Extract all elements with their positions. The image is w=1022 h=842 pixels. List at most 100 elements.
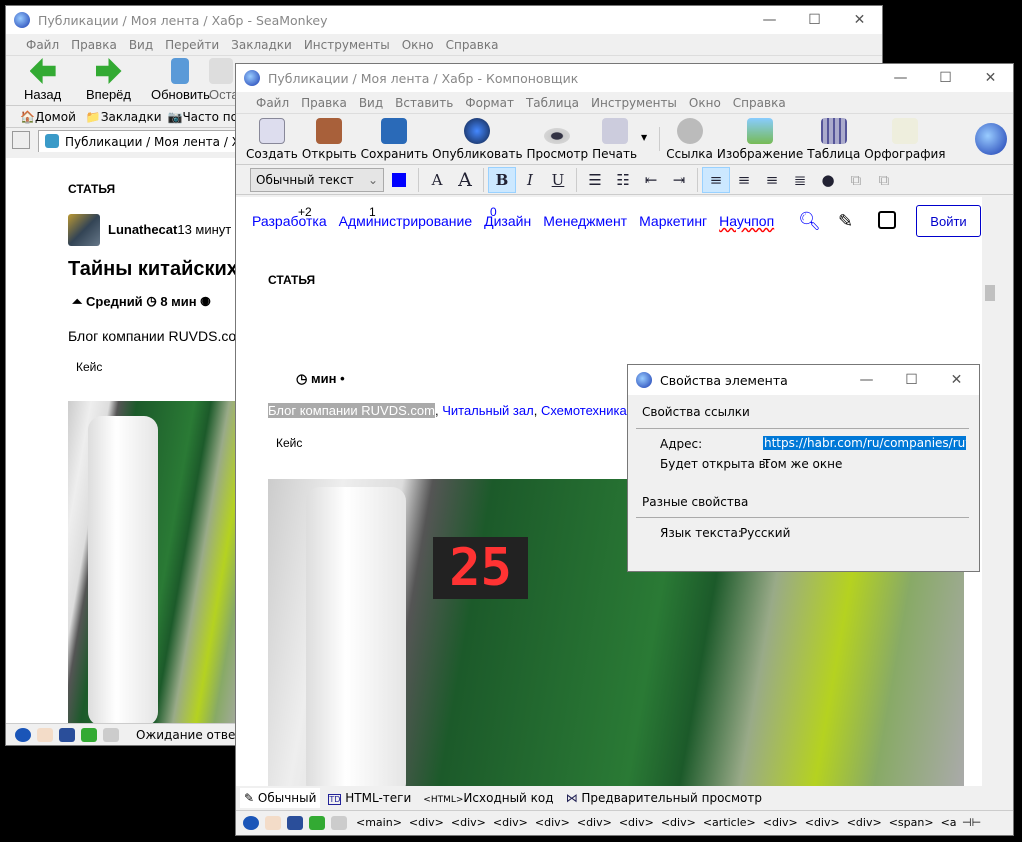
- search-icon[interactable]: 🔍︎: [798, 211, 821, 232]
- composer-icon[interactable]: [287, 815, 303, 830]
- nav-admin[interactable]: Администрирование: [339, 213, 473, 229]
- menu-tools[interactable]: Инструменты: [304, 38, 390, 52]
- menu-help[interactable]: Справка: [733, 96, 786, 110]
- vertical-scrollbar[interactable]: [982, 197, 998, 786]
- reload-button[interactable]: Обновить: [151, 58, 210, 105]
- tag-crumb[interactable]: <div>: [847, 816, 882, 829]
- tag-crumb[interactable]: <div>: [493, 816, 528, 829]
- tab-normal[interactable]: ✎ Обычный: [240, 788, 321, 808]
- align-right-button[interactable]: ≡: [758, 167, 786, 193]
- menu-file[interactable]: Файл: [256, 96, 289, 110]
- tab-preview[interactable]: ⋈ Предварительный просмотр: [562, 788, 766, 808]
- tag-crumb[interactable]: <article>: [703, 816, 756, 829]
- menu-go[interactable]: Перейти: [165, 38, 219, 52]
- insert-element-button[interactable]: ●: [814, 167, 842, 193]
- addressbook-icon[interactable]: [309, 815, 325, 830]
- mail-icon[interactable]: [265, 815, 281, 830]
- globe-icon[interactable]: [15, 727, 31, 742]
- link-button[interactable]: Ссылка: [666, 118, 713, 164]
- chatzilla-icon[interactable]: [331, 815, 347, 830]
- italic-button[interactable]: I: [516, 167, 544, 193]
- menu-tools[interactable]: Инструменты: [591, 96, 677, 110]
- blog-link-selected[interactable]: Блог компании RUVDS.com: [268, 403, 435, 418]
- menu-format[interactable]: Формат: [465, 96, 514, 110]
- tag-crumb[interactable]: <div>: [451, 816, 486, 829]
- composer-icon[interactable]: [59, 727, 75, 742]
- author-name[interactable]: Lunathecat: [108, 222, 177, 237]
- article-title[interactable]: Тайны китайских: [68, 258, 238, 281]
- smaller-font-button[interactable]: A: [423, 167, 451, 193]
- align-left-button[interactable]: ≡: [702, 166, 730, 193]
- tag-crumb[interactable]: <div>: [619, 816, 654, 829]
- maximize-button[interactable]: ☐: [889, 372, 934, 388]
- minimize-button[interactable]: —: [747, 12, 792, 28]
- align-center-button[interactable]: ≡: [730, 167, 758, 193]
- nav-development[interactable]: Разработка: [252, 213, 327, 229]
- menu-insert[interactable]: Вставить: [395, 96, 453, 110]
- open-button[interactable]: Открыть: [302, 118, 357, 164]
- justify-button[interactable]: ≣: [786, 167, 814, 193]
- view-settings-icon[interactable]: [878, 211, 896, 229]
- minimize-button[interactable]: —: [878, 70, 923, 86]
- tab-html-tags[interactable]: TD HTML-теги: [324, 788, 415, 808]
- addressbook-icon[interactable]: [81, 727, 97, 742]
- table-button[interactable]: Таблица: [807, 118, 860, 164]
- hub-circuitry[interactable]: Схемотехника: [541, 403, 627, 418]
- preview-button[interactable]: Просмотр: [527, 128, 588, 164]
- tag-crumb[interactable]: <span>: [889, 816, 934, 829]
- menu-view[interactable]: Вид: [359, 96, 383, 110]
- menu-file[interactable]: Файл: [26, 38, 59, 52]
- menu-help[interactable]: Справка: [446, 38, 499, 52]
- scrollbar-thumb[interactable]: [985, 285, 995, 301]
- close-button[interactable]: ✕: [968, 70, 1013, 86]
- image-button[interactable]: Изображение: [717, 118, 803, 164]
- nav-marketing[interactable]: Маркетинг: [639, 213, 707, 229]
- text-color-picker[interactable]: [392, 172, 406, 187]
- menu-table[interactable]: Таблица: [526, 96, 579, 110]
- hub-reading-room[interactable]: Читальный зал: [442, 403, 534, 418]
- close-button[interactable]: ✕: [934, 372, 979, 388]
- maximize-button[interactable]: ☐: [923, 70, 968, 86]
- tag-crumb[interactable]: <div>: [661, 816, 696, 829]
- new-button[interactable]: Создать: [246, 118, 298, 164]
- tag-crumb[interactable]: <div>: [763, 816, 798, 829]
- bold-button[interactable]: B: [488, 166, 516, 193]
- nav-management[interactable]: Менеджмент: [543, 213, 627, 229]
- bullet-list-button[interactable]: ☰: [581, 167, 609, 193]
- numbered-list-button[interactable]: ☷: [609, 167, 637, 193]
- tag-crumb[interactable]: <div>: [535, 816, 570, 829]
- absolute-position-button[interactable]: ⧉: [842, 167, 870, 193]
- nav-popsci[interactable]: Научпоп: [719, 213, 774, 229]
- spelling-button[interactable]: Орфография: [864, 118, 946, 164]
- menu-window[interactable]: Окно: [402, 38, 434, 52]
- tag-crumb[interactable]: <div>: [409, 816, 444, 829]
- write-icon[interactable]: ✎: [838, 211, 853, 232]
- forward-button[interactable]: Вперёд: [86, 58, 131, 105]
- publish-button[interactable]: Опубликовать: [432, 118, 523, 164]
- frequent-button[interactable]: 📷Часто пос: [168, 110, 245, 124]
- save-button[interactable]: Сохранить: [361, 118, 428, 164]
- layer-button[interactable]: ⧉: [870, 167, 898, 193]
- minimize-button[interactable]: —: [844, 372, 889, 388]
- indent-button[interactable]: ⇥: [665, 167, 693, 193]
- home-button[interactable]: 🏠Домой: [20, 110, 76, 124]
- mail-icon[interactable]: [37, 727, 53, 742]
- tab-source[interactable]: <HTML>Исходный код: [419, 788, 557, 808]
- paragraph-style-select[interactable]: Обычный текст ⌄: [250, 167, 384, 192]
- tag-crumb[interactable]: <div>: [805, 816, 840, 829]
- chatzilla-icon[interactable]: [103, 727, 119, 742]
- menu-view[interactable]: Вид: [129, 38, 153, 52]
- globe-icon[interactable]: [243, 815, 259, 830]
- bookmarks-button[interactable]: 📁Закладки: [86, 110, 162, 124]
- back-button[interactable]: Назад: [24, 58, 61, 105]
- print-dropdown-icon[interactable]: ▼: [641, 133, 647, 142]
- close-button[interactable]: ✕: [837, 12, 882, 28]
- larger-font-button[interactable]: A: [451, 167, 479, 193]
- login-button[interactable]: Войти: [916, 205, 981, 237]
- tag-crumb[interactable]: <main>: [356, 816, 402, 829]
- tab-publications[interactable]: Публикации / Моя лента / Хабр: [38, 130, 258, 152]
- new-tab-icon[interactable]: [12, 131, 30, 149]
- blog-link[interactable]: Блог компании RUVDS.com: [68, 328, 248, 344]
- menu-bookmarks[interactable]: Закладки: [231, 38, 292, 52]
- menu-window[interactable]: Окно: [689, 96, 721, 110]
